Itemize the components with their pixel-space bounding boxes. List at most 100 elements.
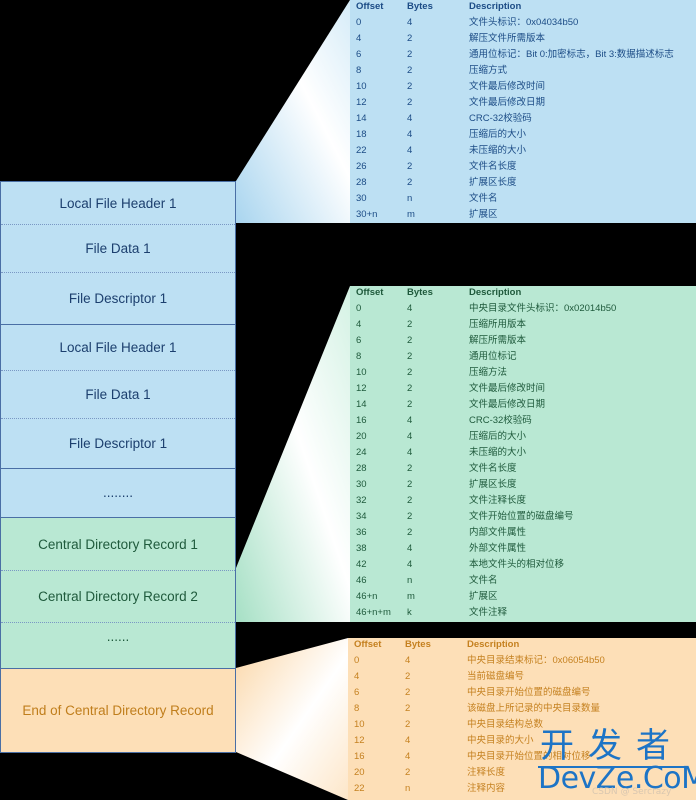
cell-offset: 8 <box>354 703 360 714</box>
cell-offset: 24 <box>356 447 367 458</box>
cell-description: 压缩所用版本 <box>469 319 527 330</box>
cell-offset: 6 <box>354 687 360 698</box>
cell-bytes: n <box>405 783 411 794</box>
cell-bytes: 4 <box>407 447 413 458</box>
cell-offset: 6 <box>356 335 362 346</box>
cell-bytes: 2 <box>405 671 411 682</box>
stack-item-file-descriptor[interactable]: File Descriptor 1 <box>1 273 235 325</box>
cell-bytes: 2 <box>407 479 413 490</box>
cell-description: 文件名 <box>469 575 498 586</box>
stack-item-central-directory-record[interactable]: Central Directory Record 2 <box>1 571 235 623</box>
cell-offset: 30 <box>356 193 367 204</box>
table-row: 8 2 通用位标记 <box>356 349 696 365</box>
cell-offset: 16 <box>354 751 365 762</box>
connector-local-header <box>236 0 350 223</box>
central-directory-table: Offset Bytes Description 0 4 中央目录文件头标识：0x0201… <box>350 286 696 622</box>
header-offset: Offset <box>356 1 384 12</box>
cell-description: 中央目录文件头标识：0x02014b50 <box>469 303 617 314</box>
table-row: 46+n+m k 文件注释 <box>356 605 696 621</box>
cell-description: 扩展区长度 <box>469 479 517 490</box>
cell-offset: 20 <box>354 767 365 778</box>
cell-description: CRC-32校验码 <box>469 415 532 426</box>
cell-bytes: 2 <box>407 177 413 188</box>
cell-offset: 42 <box>356 559 367 570</box>
cell-offset: 8 <box>356 351 362 362</box>
table-header-row: Offset Bytes Description <box>354 638 696 653</box>
cell-offset: 46+n+m <box>356 607 391 618</box>
cell-offset: 4 <box>354 671 360 682</box>
table-row: 6 2 解压所需版本 <box>356 333 696 349</box>
cell-bytes: 2 <box>407 367 413 378</box>
stack-item-file-data[interactable]: File Data 1 <box>1 225 235 273</box>
cell-offset: 0 <box>356 17 362 28</box>
cell-bytes: 2 <box>407 383 413 394</box>
table-row: 12 2 文件最后修改时间 <box>356 381 696 397</box>
header-description: Description <box>469 1 522 12</box>
cell-description: 中央目录开始位置的磁盘编号 <box>467 687 591 698</box>
stack-item-central-directory-record[interactable]: Central Directory Record 1 <box>1 518 235 571</box>
table-row: 30 n 文件名 <box>356 191 696 207</box>
table-header-row: Offset Bytes Description <box>356 286 696 301</box>
header-description: Description <box>469 287 522 298</box>
cell-description: 文件最后修改日期 <box>469 97 546 108</box>
cell-bytes: 2 <box>407 351 413 362</box>
cell-description: 未压缩的大小 <box>469 145 527 156</box>
cell-bytes: 2 <box>405 703 411 714</box>
cell-offset: 22 <box>356 145 367 156</box>
table-row: 14 4 CRC-32校验码 <box>356 111 696 127</box>
table-row: 26 2 文件名长度 <box>356 159 696 175</box>
cell-description: 文件注释 <box>469 607 508 618</box>
cell-bytes: 4 <box>407 129 413 140</box>
cell-description: 扩展区 <box>469 209 498 220</box>
cell-description: 文件开始位置的磁盘编号 <box>469 511 574 522</box>
cell-description: 压缩方法 <box>469 367 508 378</box>
cell-offset: 28 <box>356 177 367 188</box>
cell-description: 压缩后的大小 <box>469 431 527 442</box>
table-row: 8 2 压缩方式 <box>356 63 696 79</box>
table-row: 24 4 未压缩的大小 <box>356 445 696 461</box>
stack-item-local-file-header[interactable]: Local File Header 1 <box>1 325 235 371</box>
cell-description: 扩展区长度 <box>469 177 517 188</box>
cell-offset: 4 <box>356 319 362 330</box>
local-file-header-table: Offset Bytes Description 0 4 文件头标识：0x04034b50… <box>350 0 696 223</box>
cell-bytes: 4 <box>407 415 413 426</box>
cell-bytes: 4 <box>407 543 413 554</box>
cell-description: 文件头标识：0x04034b50 <box>469 17 579 28</box>
stack-item-end-of-central-directory[interactable]: End of Central Directory Record <box>1 669 235 751</box>
table-row: 22 4 未压缩的大小 <box>356 143 696 159</box>
cell-bytes: 2 <box>407 81 413 92</box>
cell-description: 中央目录结束标记：0x06054b50 <box>467 655 605 666</box>
cell-description: 压缩方式 <box>469 65 508 76</box>
cell-description: 外部文件属性 <box>469 543 527 554</box>
cell-bytes: m <box>407 209 415 220</box>
cell-bytes: 2 <box>407 463 413 474</box>
cell-bytes: 4 <box>407 303 413 314</box>
cell-bytes: 2 <box>407 399 413 410</box>
cell-bytes: 2 <box>407 161 413 172</box>
stack-item-file-data[interactable]: File Data 1 <box>1 371 235 419</box>
cell-offset: 32 <box>356 495 367 506</box>
stack-item-file-descriptor[interactable]: File Descriptor 1 <box>1 419 235 469</box>
table-row: 20 4 压缩后的大小 <box>356 429 696 445</box>
cell-bytes: k <box>407 607 412 618</box>
stack-item-local-file-header[interactable]: Local File Header 1 <box>1 182 235 225</box>
cell-offset: 18 <box>356 129 367 140</box>
cell-offset: 6 <box>356 49 362 60</box>
cell-offset: 12 <box>356 97 367 108</box>
cell-offset: 12 <box>354 735 365 746</box>
cell-description: 该磁盘上所记录的中央目录数量 <box>467 703 601 714</box>
cell-offset: 0 <box>356 303 362 314</box>
cell-offset: 46+n <box>356 591 378 602</box>
connector-end-record <box>236 638 348 800</box>
cell-offset: 46 <box>356 575 367 586</box>
cell-description: 文件名 <box>469 193 498 204</box>
cell-bytes: 2 <box>407 33 413 44</box>
cell-description: 文件最后修改时间 <box>469 81 546 92</box>
cell-offset: 20 <box>356 431 367 442</box>
table-row: 4 2 压缩所用版本 <box>356 317 696 333</box>
cell-description: 当前磁盘编号 <box>467 671 525 682</box>
table-row: 10 2 文件最后修改时间 <box>356 79 696 95</box>
cell-description: 文件名长度 <box>469 161 517 172</box>
cell-offset: 30 <box>356 479 367 490</box>
cell-description: 扩展区 <box>469 591 498 602</box>
